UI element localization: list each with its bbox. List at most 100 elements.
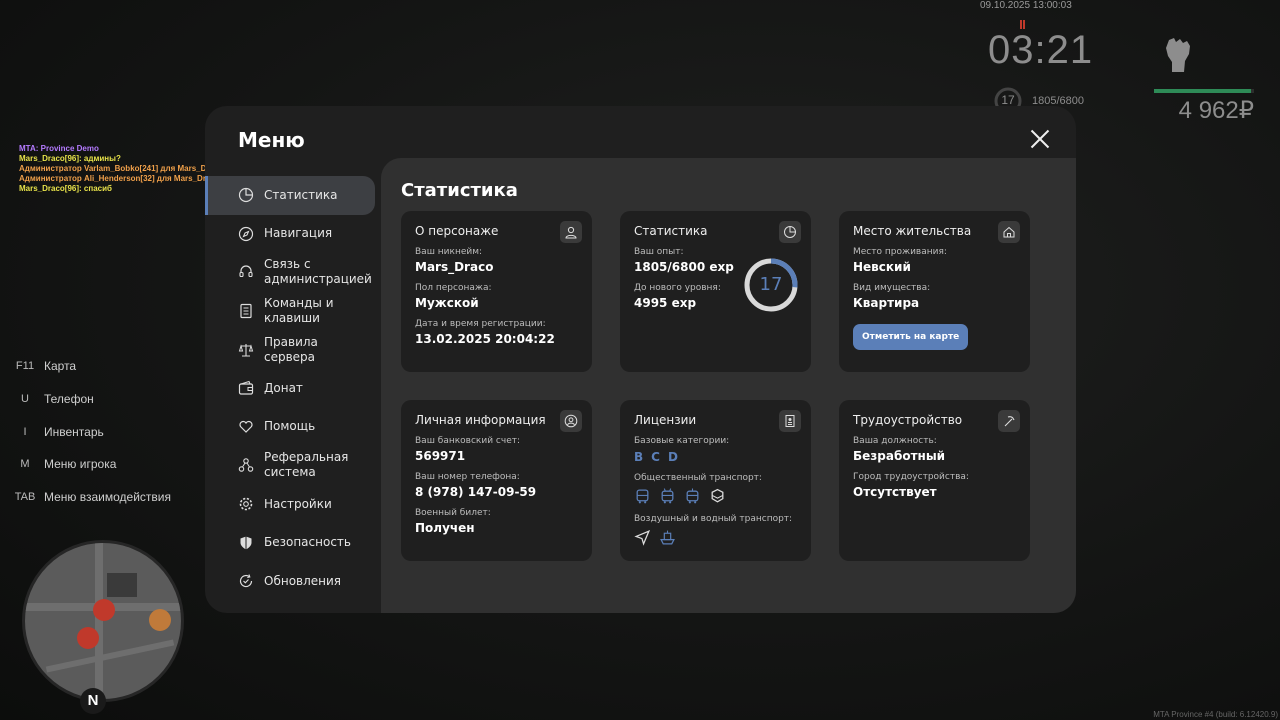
sidebar-item-donate[interactable]: Донат bbox=[205, 369, 381, 408]
field-label: Вид имущества: bbox=[853, 283, 931, 293]
field-label: Место проживания: bbox=[853, 247, 947, 257]
scales-icon bbox=[238, 343, 254, 357]
card-residence: Место жительства Место проживания: Невск… bbox=[839, 211, 1030, 372]
pie-chart-icon bbox=[779, 221, 801, 243]
field-label: Дата и время регистрации: bbox=[415, 319, 546, 329]
menu-title: Меню bbox=[238, 128, 305, 152]
field-label: Город трудоустройства: bbox=[853, 472, 969, 482]
sidebar: Статистика Навигация Связь с администрац… bbox=[205, 176, 381, 601]
pickaxe-icon bbox=[998, 410, 1020, 432]
sidebar-item-label: Донат bbox=[264, 380, 303, 395]
sidebar-item-label: Статистика bbox=[264, 187, 338, 202]
sidebar-item-commands[interactable]: Команды и клавиши bbox=[205, 292, 381, 331]
license-categories: B C D bbox=[634, 450, 797, 464]
shield-icon bbox=[240, 536, 252, 550]
hotkey-list: F11 Карта U Телефон I Инвентарь M Меню игрок… bbox=[10, 350, 171, 513]
airplane-icon bbox=[634, 529, 651, 546]
tram-icon bbox=[686, 488, 699, 504]
field-label: Ваш опыт: bbox=[634, 247, 684, 257]
trolleybus-icon bbox=[661, 488, 674, 504]
position-value: Безработный bbox=[853, 449, 946, 463]
field-label: Общественный транспорт: bbox=[634, 473, 762, 483]
field-label: Ваш никнейм: bbox=[415, 247, 483, 257]
card-title: О персонаже bbox=[415, 224, 499, 238]
close-button[interactable] bbox=[1028, 127, 1052, 151]
hud-level: 17 bbox=[1001, 93, 1015, 107]
sidebar-item-label: Безопасность bbox=[264, 535, 351, 550]
card-employment: Трудоустройство Ваша должность: Безработ… bbox=[839, 400, 1030, 561]
bus-icon bbox=[636, 489, 649, 504]
hud-money: 4 962₽ bbox=[1178, 97, 1254, 124]
hud-datetime: 09.10.2025 13:00:03 bbox=[980, 0, 1072, 11]
compass-icon bbox=[238, 226, 254, 241]
minimap-building bbox=[107, 573, 137, 597]
sidebar-item-help[interactable]: Помощь bbox=[205, 408, 381, 447]
hotkey-key: I bbox=[23, 425, 27, 438]
public-transport-icons bbox=[634, 488, 797, 505]
registration-value: 13.02.2025 20:04:22 bbox=[415, 332, 555, 346]
employment-city-value: Отсутствует bbox=[853, 485, 937, 499]
sidebar-item-settings[interactable]: Настройки bbox=[205, 485, 381, 524]
sidebar-item-label: Помощь bbox=[264, 419, 316, 434]
minimap-shop-icon bbox=[149, 609, 171, 631]
sidebar-item-statistics[interactable]: Статистика bbox=[205, 176, 375, 215]
health-bar-fill bbox=[1154, 89, 1251, 93]
field-label: Воздушный и водный транспорт: bbox=[634, 514, 793, 524]
network-icon bbox=[238, 458, 254, 473]
hud-clock: 03:21 bbox=[988, 28, 1094, 72]
hotkey-label: Меню игрока bbox=[44, 457, 117, 472]
minimap-blip-icon bbox=[93, 599, 115, 621]
card-title: Трудоустройство bbox=[853, 413, 963, 427]
minimap-road bbox=[45, 639, 175, 673]
gender-value: Мужской bbox=[415, 296, 479, 310]
hotkey-inventory: I Инвентарь bbox=[10, 415, 171, 448]
sidebar-item-admin-contact[interactable]: Связь с администрацией bbox=[205, 253, 381, 292]
sidebar-item-updates[interactable]: Обновления bbox=[205, 562, 381, 601]
sidebar-item-label: Связь с администрацией bbox=[264, 257, 372, 287]
field-label: Ваша должность: bbox=[853, 436, 937, 446]
hotkey-map: F11 Карта bbox=[10, 350, 171, 383]
user-icon bbox=[560, 221, 582, 243]
license-category: B bbox=[634, 450, 644, 464]
nickname-value: Mars_Draco bbox=[415, 260, 494, 274]
home-icon bbox=[998, 221, 1020, 243]
hotkey-key: F11 bbox=[15, 360, 35, 373]
bank-account-value: 569971 bbox=[415, 449, 466, 463]
card-title: Место жительства bbox=[853, 224, 972, 238]
pie-chart-icon bbox=[238, 188, 254, 203]
document-icon bbox=[240, 303, 252, 319]
sidebar-item-security[interactable]: Безопасность bbox=[205, 523, 381, 562]
sidebar-item-label: Обновления bbox=[264, 573, 342, 588]
minimap-bus-icon bbox=[77, 627, 99, 649]
wallet-icon bbox=[238, 381, 254, 395]
minimap-road bbox=[95, 543, 103, 699]
refresh-icon bbox=[239, 574, 253, 588]
ship-icon bbox=[660, 530, 675, 545]
build-info: MTA Province #4 (build: 6.12420.9) bbox=[1153, 710, 1278, 719]
card-title: Статистика bbox=[634, 224, 708, 238]
sidebar-item-referral[interactable]: Реферальная система bbox=[205, 446, 381, 485]
card-title: Личная информация bbox=[415, 413, 546, 427]
user-circle-icon bbox=[560, 410, 582, 432]
card-statistics: Статистика Ваш опыт: 1805/6800 exp До но… bbox=[620, 211, 811, 372]
field-label: Ваш банковский счет: bbox=[415, 436, 521, 446]
sidebar-item-navigation[interactable]: Навигация bbox=[205, 215, 381, 254]
sidebar-item-label: Реферальная система bbox=[264, 450, 349, 480]
card-personal-info: Личная информация Ваш банковский счет: 5… bbox=[401, 400, 592, 561]
sidebar-item-label: Правила сервера bbox=[264, 334, 318, 364]
card-licenses: Лицензии Базовые категории: B C D Общест… bbox=[620, 400, 811, 561]
level-progress-ring: 17 bbox=[743, 257, 799, 313]
hotkey-label: Телефон bbox=[44, 392, 94, 407]
field-label: Ваш номер телефона: bbox=[415, 472, 520, 482]
license-category: C bbox=[651, 450, 660, 464]
mark-on-map-button[interactable]: Отметить на карте bbox=[853, 324, 969, 350]
license-category: D bbox=[667, 450, 678, 464]
phone-value: 8 (978) 147-09-59 bbox=[415, 485, 537, 499]
content-title: Статистика bbox=[401, 180, 518, 201]
field-label: Пол персонажа: bbox=[415, 283, 492, 293]
health-bar bbox=[1154, 89, 1254, 93]
sidebar-item-label: Навигация bbox=[264, 226, 333, 241]
sidebar-item-rules[interactable]: Правила сервера bbox=[205, 330, 381, 369]
field-label: Военный билет: bbox=[415, 508, 491, 518]
property-value: Квартира bbox=[853, 296, 920, 310]
